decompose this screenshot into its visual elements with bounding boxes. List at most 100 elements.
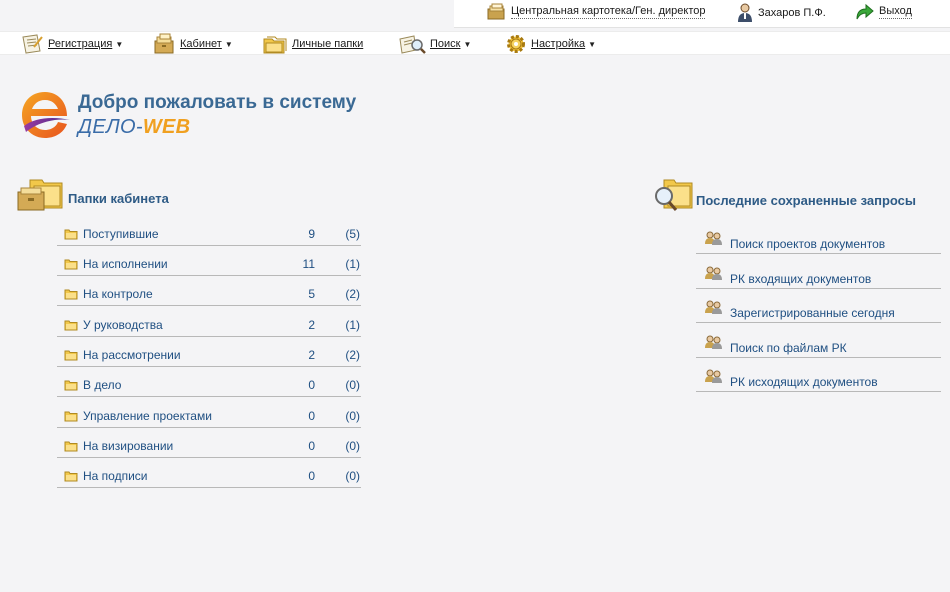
folder-new-count: (1) (345, 318, 360, 332)
saved-query-item[interactable]: РК исходящих документов (696, 369, 941, 392)
current-cabinet-label: Центральная картотека/Ген. директор (511, 5, 706, 19)
folder-icon (64, 289, 78, 300)
folder-name: Поступившие (83, 227, 159, 241)
folder-count: 0 (308, 439, 315, 453)
menu-settings-label: Настройка (531, 38, 586, 50)
saved-query-name: Зарегистрированные сегодня (730, 306, 895, 320)
menu-search-label: Поиск (430, 38, 461, 50)
cabinet-icon (154, 33, 174, 54)
folder-name: Управление проектами (83, 409, 212, 423)
folder-new-count: (1) (345, 257, 360, 271)
product-logo: Добро пожаловать в систему ДЕЛО-WEB (18, 88, 378, 144)
menu-personal-folders[interactable]: Личные папки (262, 32, 363, 56)
cabinet-folders-icon (17, 179, 63, 211)
menu-cabinet[interactable]: Кабинет ▼ (152, 32, 233, 56)
logout-label: Выход (879, 5, 912, 19)
saved-query-item[interactable]: Поиск по файлам РК (696, 335, 941, 358)
chevron-down-icon: ▼ (224, 39, 233, 49)
saved-query-item[interactable]: РК входящих документов (696, 266, 941, 289)
folder-row[interactable]: На исполнении 11 (1) (57, 254, 361, 276)
user-avatar-icon (738, 3, 752, 22)
menu-search[interactable]: Поиск ▼ (398, 32, 471, 56)
product-name: ДЕЛО-WEB (78, 116, 190, 139)
query-users-icon (705, 335, 722, 349)
saved-queries-icon (655, 179, 693, 211)
folder-new-count: (0) (345, 469, 360, 483)
saved-query-item[interactable]: Зарегистрированные сегодня (696, 300, 941, 323)
folder-new-count: (0) (345, 409, 360, 423)
saved-query-name: РК исходящих документов (730, 375, 878, 389)
folder-new-count: (0) (345, 378, 360, 392)
card-file-icon (487, 3, 505, 20)
logout-arrow-icon (856, 3, 874, 20)
folder-name: На контроле (83, 287, 153, 301)
folder-name: На визировании (83, 439, 174, 453)
folder-name: На рассмотрении (83, 348, 181, 362)
cabinet-folders-title: Папки кабинета (68, 191, 169, 206)
folder-new-count: (2) (345, 287, 360, 301)
registration-icon (22, 34, 43, 54)
saved-query-name: РК входящих документов (730, 272, 872, 286)
delo-logo-icon (22, 92, 70, 138)
menu-personal-folders-label: Личные папки (292, 38, 364, 50)
folder-row[interactable]: На визировании 0 (0) (57, 436, 361, 458)
saved-query-name: Поиск по файлам РК (730, 341, 847, 355)
folder-row[interactable]: Управление проектами 0 (0) (57, 406, 361, 428)
folder-icon (64, 441, 78, 452)
user-profile[interactable]: Захаров П.Ф. (737, 3, 826, 23)
folder-icon (64, 259, 78, 270)
menu-registration-label: Регистрация (48, 38, 113, 50)
folder-name: В дело (83, 378, 122, 392)
query-users-icon (705, 266, 722, 280)
query-users-icon (705, 369, 722, 383)
product-name-part2: WEB (142, 116, 191, 138)
folder-icon (64, 411, 78, 422)
welcome-title: Добро пожаловать в систему (78, 92, 357, 113)
folder-count: 0 (308, 469, 315, 483)
folder-icon (64, 471, 78, 482)
folder-icon (64, 320, 78, 331)
folder-name: У руководства (83, 318, 163, 332)
folder-count: 11 (302, 257, 315, 271)
settings-gear-icon (507, 35, 525, 53)
folder-row[interactable]: На подписи 0 (0) (57, 466, 361, 488)
saved-query-name: Поиск проектов документов (730, 237, 886, 251)
search-icon (399, 35, 426, 54)
menu-settings[interactable]: Настройка ▼ (505, 32, 596, 56)
folder-row[interactable]: На контроле 5 (2) (57, 284, 361, 306)
folder-icon (64, 380, 78, 391)
folder-new-count: (2) (345, 348, 360, 362)
saved-query-item[interactable]: Поиск проектов документов (696, 231, 941, 254)
menu-registration[interactable]: Регистрация ▼ (20, 32, 123, 56)
user-bar: Центральная картотека/Ген. директор Заха… (454, 0, 950, 28)
main-menu: Регистрация ▼ Кабинет ▼ Личные папки Пои… (0, 31, 950, 55)
chevron-down-icon: ▼ (463, 39, 472, 49)
menu-cabinet-label: Кабинет (180, 38, 222, 50)
folder-icon (64, 229, 78, 240)
folder-new-count: (0) (345, 439, 360, 453)
folder-count: 2 (308, 348, 315, 362)
chevron-down-icon: ▼ (588, 39, 597, 49)
folder-count: 9 (308, 227, 315, 241)
folder-count: 0 (308, 378, 315, 392)
folder-count: 0 (308, 409, 315, 423)
folder-icon (64, 350, 78, 361)
saved-queries-title: Последние сохраненные запросы (696, 193, 916, 208)
folder-count: 2 (308, 318, 315, 332)
product-name-part1: ДЕЛО- (78, 116, 143, 138)
folder-row[interactable]: У руководства 2 (1) (57, 315, 361, 337)
user-name: Захаров П.Ф. (758, 6, 826, 19)
current-cabinet-link[interactable]: Центральная картотека/Ген. директор (486, 3, 706, 21)
folder-row[interactable]: На рассмотрении 2 (2) (57, 345, 361, 367)
query-users-icon (705, 300, 722, 314)
logout-link[interactable]: Выход (854, 3, 912, 21)
query-users-icon (705, 231, 722, 245)
personal-folders-icon (263, 36, 287, 54)
chevron-down-icon: ▼ (115, 39, 124, 49)
folder-name: На подписи (83, 469, 148, 483)
folder-new-count: (5) (345, 227, 360, 241)
folder-name: На исполнении (83, 257, 168, 271)
folder-row[interactable]: В дело 0 (0) (57, 375, 361, 397)
folder-count: 5 (308, 287, 315, 301)
folder-row[interactable]: Поступившие 9 (5) (57, 224, 361, 246)
